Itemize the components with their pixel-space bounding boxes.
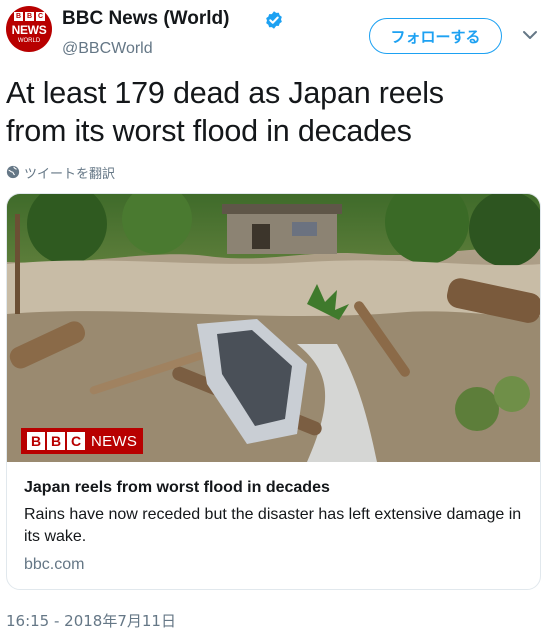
tweet-text-line: At least 179 dead as Japan reels	[6, 76, 444, 110]
tweet-text-line: from its worst flood in decades	[6, 114, 412, 148]
link-card[interactable]: B B C NEWS Japan reels from worst flood …	[6, 193, 541, 590]
verified-badge-icon	[266, 11, 282, 29]
flood-photo	[7, 194, 540, 462]
follow-button[interactable]: フォローする	[369, 18, 502, 54]
card-domain: bbc.com	[24, 556, 85, 573]
avatar-block: B	[25, 12, 34, 21]
translate-tweet-link[interactable]: ツイートを翻訳	[6, 162, 115, 182]
display-name[interactable]: BBC News (World)	[62, 8, 229, 30]
logo-word: NEWS	[91, 432, 138, 450]
card-description: Rains have now receded but the disaster …	[24, 506, 522, 545]
card-title[interactable]: Japan reels from worst flood in decades	[24, 479, 330, 497]
globe-icon	[6, 165, 20, 179]
avatar[interactable]: B B C NEWS WORLD	[6, 6, 52, 52]
chevron-down-icon[interactable]	[520, 27, 540, 43]
avatar-block: B	[14, 12, 23, 21]
avatar-news-text: NEWS	[11, 23, 47, 37]
tweet-timestamp[interactable]: 16:15 - 2018年7月11日	[6, 610, 176, 631]
logo-block: C	[67, 432, 85, 450]
logo-block: B	[47, 432, 65, 450]
avatar-bbc-blocks: B B C	[14, 12, 45, 21]
avatar-block: C	[36, 12, 45, 21]
tweet-text: At least 179 dead as Japan reels from it…	[6, 74, 546, 150]
handle[interactable]: @BBCWorld	[62, 40, 153, 58]
translate-label: ツイートを翻訳	[24, 166, 116, 182]
tweet-header: B B C NEWS WORLD BBC News (World) @BBCWo…	[0, 0, 550, 70]
bbc-news-logo: B B C NEWS	[21, 428, 144, 454]
avatar-world-text: WORLD	[17, 38, 41, 44]
logo-block: B	[27, 432, 45, 450]
